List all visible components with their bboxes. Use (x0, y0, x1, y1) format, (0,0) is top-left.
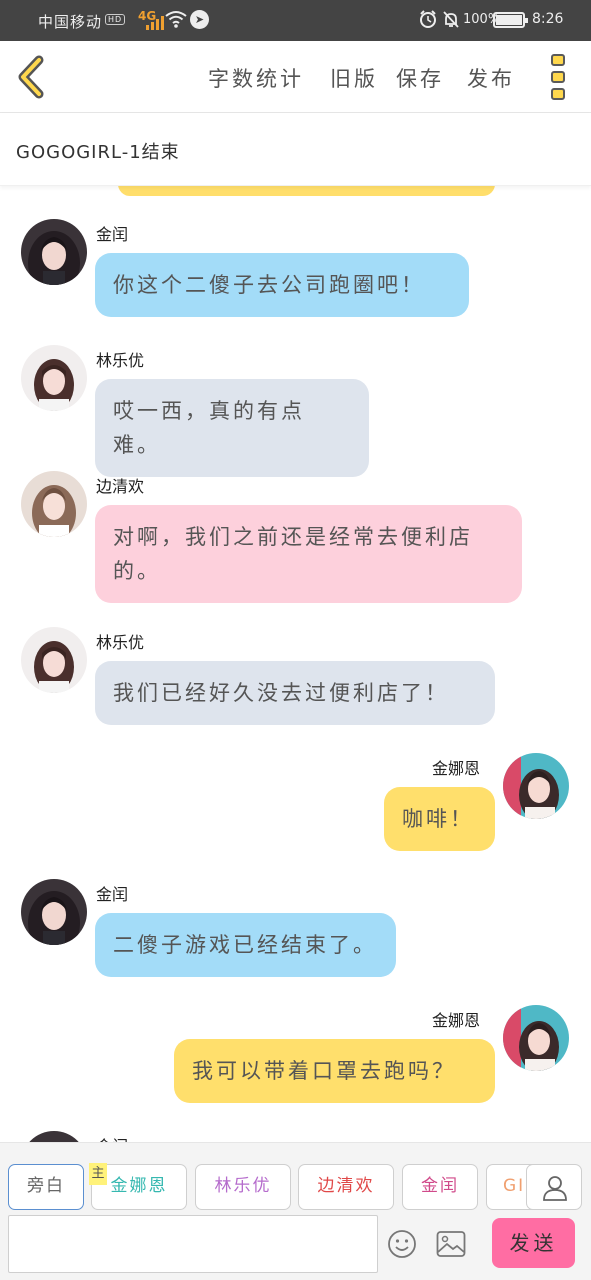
word-count-button[interactable]: 字数统计 (208, 63, 304, 93)
image-icon[interactable] (436, 1230, 466, 1258)
publish-button[interactable]: 发布 (467, 63, 515, 93)
hd-badge: HD (105, 14, 126, 25)
sender-name: 金闰 (96, 885, 129, 904)
chat-bubble-partial[interactable] (118, 186, 495, 196)
battery-icon (493, 12, 528, 28)
status-bar: 中国移动 HD 4G ➤ 100% 8:26 (0, 0, 591, 41)
wifi-icon (165, 11, 187, 28)
sender-name: 林乐优 (96, 351, 145, 370)
old-version-button[interactable]: 旧版 (330, 63, 378, 93)
chat-bubble[interactable]: 咖啡！ (384, 787, 495, 851)
avatar[interactable] (21, 345, 87, 411)
sender-name: 金娜恩 (432, 1011, 481, 1030)
user-icon (543, 1176, 567, 1201)
sender-name: 林乐优 (96, 633, 145, 652)
avatar[interactable] (21, 879, 87, 945)
chat-bubble[interactable]: 对啊，我们之前还是经常去便利店的。 (95, 505, 522, 603)
avatar[interactable] (21, 1131, 87, 1142)
back-button[interactable] (14, 55, 48, 99)
user-button[interactable] (526, 1164, 582, 1210)
chat-bubble[interactable]: 二傻子游戏已经结束了。 (95, 913, 396, 977)
main-role-badge: 主 (89, 1163, 107, 1185)
location-icon: ➤ (190, 10, 209, 29)
clock: 8:26 (532, 11, 564, 27)
chat-list[interactable]: 金闰 你这个二傻子去公司跑圈吧！ 林乐优 哎一西，真的有点难。 边清欢 对啊，我… (0, 186, 591, 1142)
alarm-icon (420, 10, 436, 28)
sender-name: 金闰 (96, 225, 129, 244)
sender-name: 金娜恩 (432, 759, 481, 778)
carrier-label: 中国移动 HD (38, 11, 126, 32)
role-tab-narration[interactable]: 旁白 (8, 1164, 84, 1210)
role-tab-jinwen[interactable]: 金闰 (402, 1164, 478, 1210)
avatar[interactable] (21, 627, 87, 693)
story-title-bar[interactable]: GOGOGIRL-1结束 (0, 113, 591, 186)
chat-bubble[interactable]: 我们已经好久没去过便利店了！ (95, 661, 495, 725)
send-button[interactable]: 发送 (492, 1218, 575, 1268)
chat-bubble[interactable]: 哎一西，真的有点难。 (95, 379, 369, 477)
save-button[interactable]: 保存 (396, 63, 444, 93)
signal-icon (146, 16, 164, 30)
more-icon[interactable] (551, 54, 565, 100)
composer-panel: 旁白 主 金娜恩 林乐优 边清欢 金闰 GIF 发送 (0, 1142, 591, 1280)
story-title: GOGOGIRL-1结束 (16, 142, 180, 163)
role-tab-linleyou[interactable]: 林乐优 (195, 1164, 291, 1210)
avatar[interactable] (503, 753, 569, 819)
avatar[interactable] (21, 219, 87, 285)
chevron-left-icon (18, 55, 44, 99)
emoji-icon[interactable] (387, 1229, 417, 1259)
message-input[interactable] (8, 1215, 378, 1273)
editor-toolbar: 字数统计 旧版 保存 发布 (0, 41, 591, 113)
avatar[interactable] (21, 471, 87, 537)
sender-name: 边清欢 (96, 477, 145, 496)
role-tab-bianqinghuan[interactable]: 边清欢 (298, 1164, 394, 1210)
avatar[interactable] (503, 1005, 569, 1071)
chat-bubble[interactable]: 你这个二傻子去公司跑圈吧！ (95, 253, 469, 317)
sender-name: 金闰 (96, 1133, 128, 1142)
chat-bubble[interactable]: 我可以带着口罩去跑吗？ (174, 1039, 495, 1103)
mute-icon (443, 11, 459, 28)
